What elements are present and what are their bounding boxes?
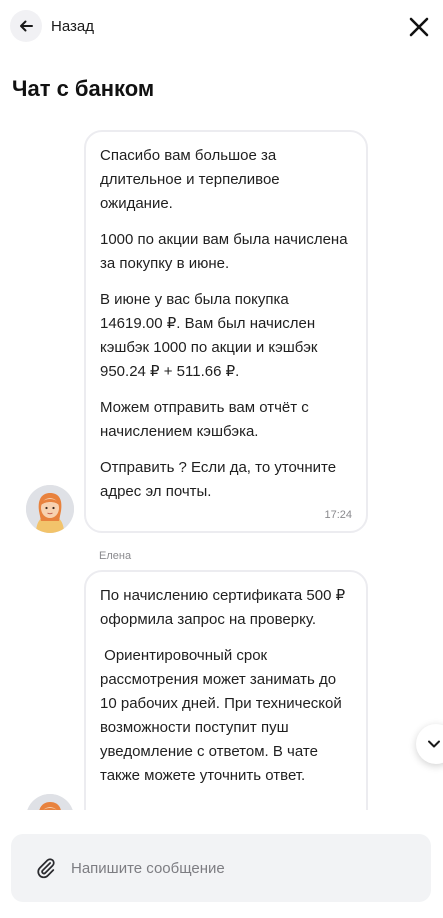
arrow-left-icon: [20, 20, 33, 32]
message-composer: [11, 834, 431, 902]
sender-name: Елена: [99, 550, 132, 562]
operator-avatar: [26, 794, 74, 810]
message-text: Можем отправить вам отчёт с начислением …: [100, 399, 313, 440]
page-title: Чат с банком: [12, 76, 155, 101]
close-button[interactable]: [404, 12, 434, 42]
top-bar: Назад: [0, 0, 443, 56]
message-text: Отправить ? Если да, то уточните адрес э…: [100, 459, 341, 500]
back-button[interactable]: Назад: [10, 10, 94, 42]
message-text: По начислению сертификата 500 ₽ оформила…: [100, 587, 350, 628]
avatar-icon: [26, 794, 74, 810]
message-text: 1000 по акции вам была начислена за поку…: [100, 231, 352, 272]
attach-button[interactable]: [33, 855, 59, 881]
message-text: В июне у вас была покупка 14619.00 ₽. Ва…: [100, 291, 322, 380]
chevron-down-icon: [428, 740, 440, 748]
message-input[interactable]: [71, 850, 401, 886]
close-icon: [409, 17, 429, 37]
operator-avatar: [26, 485, 74, 533]
chat-screen: Назад Чат с банком Спасибо вам большое з…: [0, 0, 443, 918]
message-list[interactable]: Спасибо вам большое за длительное и терп…: [0, 118, 443, 810]
message-text: Ориентировочный срок рассмотрения может …: [100, 647, 346, 784]
message-bubble: Спасибо вам большое за длительное и терп…: [84, 130, 368, 533]
message-text: Спасибо вам большое за длительное и терп…: [100, 147, 284, 212]
avatar-icon: [26, 485, 74, 533]
back-icon-wrapper: [10, 10, 42, 42]
message-time: 17:24: [324, 509, 352, 521]
paperclip-icon: [37, 858, 55, 879]
message-bubble: По начислению сертификата 500 ₽ оформила…: [84, 570, 368, 810]
back-label: Назад: [51, 17, 94, 35]
